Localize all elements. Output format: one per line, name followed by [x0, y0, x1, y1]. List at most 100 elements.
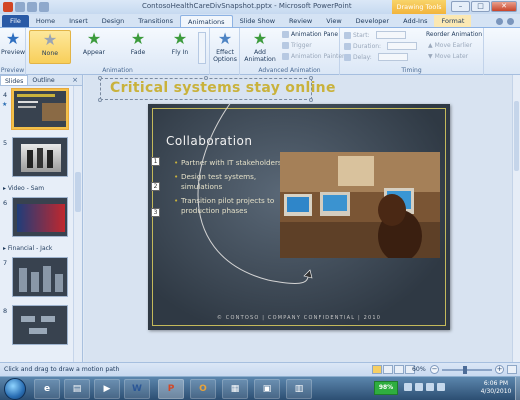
animation-painter-button[interactable]: Animation Painter — [282, 53, 345, 60]
start-dropdown[interactable] — [375, 31, 406, 39]
outlook-icon[interactable]: O — [190, 379, 216, 399]
effect-options-icon: ★ — [217, 29, 233, 48]
duration-spinner[interactable] — [387, 42, 418, 50]
fit-to-window-button[interactable] — [507, 365, 517, 374]
tab-animations[interactable]: Animations — [180, 15, 233, 27]
title-bar: ContosoHealthCareDivSnapshot.pptx - Micr… — [0, 0, 520, 14]
tray-icon[interactable] — [404, 383, 412, 391]
tab-developer[interactable]: Developer — [349, 15, 396, 27]
animation-fly-in[interactable]: ★ Fly In — [160, 30, 200, 64]
slide-thumbnail-image — [12, 137, 68, 177]
battery-indicator[interactable]: 98% — [374, 381, 398, 395]
animation-order-marker[interactable]: 3 — [151, 208, 160, 217]
minimize-button[interactable]: – — [451, 1, 470, 12]
preview-group: ★ Preview Preview — [0, 28, 26, 75]
start-field[interactable]: Start: — [344, 31, 406, 39]
slide-title[interactable]: Collaboration — [166, 134, 252, 148]
preview-button[interactable]: ★ Preview — [1, 30, 25, 64]
normal-view-button[interactable] — [372, 365, 382, 374]
show-desktop-button[interactable] — [515, 377, 520, 400]
animation-appear[interactable]: ★ Appear — [74, 30, 114, 64]
animation-fly-in-label: Fly In — [171, 49, 189, 56]
add-animation-label: Add Animation — [244, 49, 276, 63]
section-header[interactable]: ▸ Financial - Jack — [0, 245, 73, 252]
tab-home[interactable]: Home — [29, 15, 62, 27]
move-earlier-button[interactable]: ▲ Move Earlier — [428, 42, 472, 49]
resize-handle[interactable] — [309, 98, 313, 102]
bullet-list[interactable]: Partner with IT stakeholders Design test… — [174, 158, 292, 220]
collapse-ribbon-icon[interactable] — [496, 17, 503, 25]
start-button[interactable] — [4, 378, 26, 400]
tab-view[interactable]: View — [319, 15, 348, 27]
tab-outline[interactable]: Outline — [28, 75, 58, 85]
slide[interactable]: Collaboration Partner with IT stakeholde… — [148, 104, 450, 330]
notes-icon[interactable]: ▦ — [222, 379, 248, 399]
media-player-icon[interactable]: ▶ — [94, 379, 120, 399]
animation-gallery-scroll[interactable] — [198, 32, 206, 64]
add-animation-button[interactable]: ★ Add Animation — [242, 30, 278, 64]
tab-transitions[interactable]: Transitions — [131, 15, 180, 27]
ribbon-tabs: File Home Insert Design Transitions Anim… — [0, 14, 520, 28]
projector-icon[interactable]: ▥ — [286, 379, 312, 399]
resize-handle[interactable] — [98, 98, 102, 102]
animation-order-marker[interactable]: 1 — [151, 157, 160, 166]
network-icon[interactable] — [426, 383, 434, 391]
slides-panel-scrollbar[interactable] — [73, 86, 82, 362]
tab-review[interactable]: Review — [282, 15, 319, 27]
system-clock[interactable]: 6:06 PM 4/30/2010 — [478, 380, 514, 396]
move-earlier-label: Move Earlier — [434, 42, 473, 49]
duration-field[interactable]: Duration: — [344, 42, 418, 50]
tab-file[interactable]: File — [2, 15, 29, 27]
close-button[interactable]: ✕ — [491, 1, 517, 12]
animation-pane-button[interactable]: Animation Pane — [282, 31, 338, 38]
folder-icon[interactable]: ▤ — [64, 379, 90, 399]
redo-icon[interactable] — [39, 2, 49, 12]
slide-thumbnail-image — [12, 257, 68, 297]
zoom-in-button[interactable]: + — [495, 365, 504, 374]
volume-icon[interactable] — [437, 383, 445, 391]
slide-sorter-button[interactable] — [383, 365, 393, 374]
delay-icon — [344, 53, 351, 61]
animation-fade-label: Fade — [130, 49, 146, 56]
effect-options-button[interactable]: ★ Effect Options — [211, 30, 239, 64]
move-later-button[interactable]: ▼ Move Later — [428, 53, 468, 60]
animation-none[interactable]: ★ None — [29, 30, 71, 64]
start-label: Start: — [353, 31, 370, 39]
help-icon[interactable] — [507, 17, 514, 25]
tab-slide-show[interactable]: Slide Show — [233, 15, 282, 27]
animation-order-marker[interactable]: 2 — [151, 182, 160, 191]
office-photo[interactable] — [280, 152, 440, 258]
slide-thumbnail-image — [12, 197, 68, 237]
onenote-icon[interactable]: ▣ — [254, 379, 280, 399]
tab-insert[interactable]: Insert — [62, 15, 95, 27]
reading-view-button[interactable] — [394, 365, 404, 374]
bullet-item: Design test systems, simulations — [174, 172, 292, 192]
tab-format[interactable]: Format — [434, 15, 472, 27]
trigger-button[interactable]: Trigger — [282, 42, 312, 49]
animation-fade[interactable]: ★ Fade — [118, 30, 158, 64]
word-icon[interactable]: W — [124, 379, 150, 399]
zoom-slider-thumb[interactable] — [463, 366, 467, 374]
powerpoint-icon[interactable]: P — [158, 379, 184, 399]
tab-slides[interactable]: Slides — [0, 75, 29, 85]
zoom-slider[interactable] — [442, 369, 492, 371]
start-icon — [344, 31, 351, 39]
tray-icon[interactable] — [415, 383, 423, 391]
undo-icon[interactable] — [27, 2, 37, 12]
powerpoint-app-icon[interactable] — [3, 2, 13, 12]
appear-star-icon: ★ — [86, 29, 102, 48]
delay-spinner[interactable] — [377, 53, 408, 61]
slide-number: 4 — [3, 91, 8, 99]
close-icon[interactable]: × — [72, 75, 82, 85]
tab-design[interactable]: Design — [95, 15, 131, 27]
resize-handle[interactable] — [98, 76, 102, 80]
section-header[interactable]: ▸ Video - Sam — [0, 185, 73, 192]
delay-field[interactable]: Delay: — [344, 53, 408, 61]
save-icon[interactable] — [15, 2, 25, 12]
canvas-scrollbar[interactable] — [512, 75, 520, 362]
zoom-level[interactable]: 60% — [412, 366, 426, 373]
maximize-button[interactable]: □ — [471, 1, 490, 12]
tab-add-ins[interactable]: Add-Ins — [396, 15, 434, 27]
zoom-out-button[interactable]: − — [430, 365, 439, 374]
ie-icon[interactable]: e — [34, 379, 60, 399]
